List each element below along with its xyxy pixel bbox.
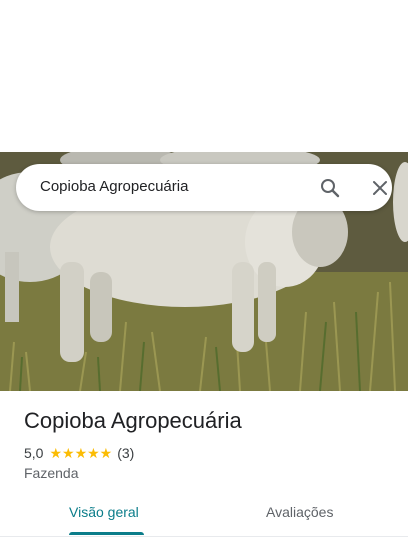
rating-value: 5,0 — [24, 445, 44, 461]
close-icon[interactable] — [368, 176, 392, 200]
tab-reviews[interactable]: Avaliações — [266, 504, 333, 520]
search-bar[interactable]: Copioba Agropecuária — [16, 164, 392, 211]
tab-selected-indicator — [69, 532, 144, 535]
search-input[interactable]: Copioba Agropecuária — [40, 178, 188, 195]
place-name: Copioba Agropecuária — [24, 408, 242, 433]
search-icon[interactable] — [318, 176, 342, 200]
place-category[interactable]: Fazenda — [24, 465, 78, 481]
place-tabs: Visão geral Avaliações — [0, 496, 408, 537]
tab-overview[interactable]: Visão geral — [69, 504, 139, 520]
star-rating-icon: ★★★★★ — [49, 444, 113, 461]
rating-row[interactable]: 5,0 ★★★★★ (3) — [24, 444, 134, 462]
review-count[interactable]: (3) — [117, 445, 134, 461]
